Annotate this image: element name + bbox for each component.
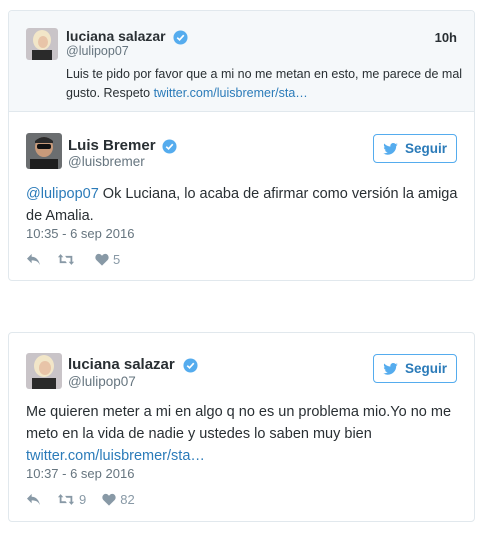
twitter-bird-icon [383, 142, 398, 155]
author-handle[interactable]: @lulipop07 [68, 374, 136, 389]
like-button[interactable]: 82 [102, 491, 135, 507]
retweet-button[interactable]: 9 [57, 492, 86, 507]
follow-button[interactable]: Seguir [373, 354, 457, 383]
follow-button-label: Seguir [404, 141, 447, 156]
author-handle[interactable]: @luisbremer [68, 154, 145, 169]
quoted-tweet[interactable]: luciana salazar @lulipop07 10h Luis te p… [9, 11, 474, 112]
follow-button[interactable]: Seguir [373, 134, 457, 163]
twitter-bird-icon [383, 362, 398, 375]
reply-icon [27, 493, 40, 505]
mention-link[interactable]: @lulipop07 [26, 186, 99, 202]
author-avatar[interactable] [26, 353, 62, 389]
verified-badge-icon [173, 30, 188, 45]
tweet-text: Me quieren meter a mi en algo q no es un… [26, 401, 466, 467]
retweet-button[interactable] [57, 253, 79, 266]
verified-badge-icon [183, 358, 198, 373]
tweet-text-body: Me quieren meter a mi en algo q no es un… [26, 404, 452, 442]
reply-button[interactable] [26, 253, 41, 266]
quoted-author-handle[interactable]: @lulipop07 [66, 44, 129, 58]
quoted-timestamp[interactable]: 10h [435, 30, 457, 45]
tweet-date[interactable]: 10:35 - 6 sep 2016 [26, 226, 134, 241]
reply-button[interactable] [26, 493, 41, 506]
retweet-icon [57, 493, 75, 505]
like-count: 82 [120, 491, 135, 507]
follow-button-label: Seguir [404, 361, 447, 376]
quoted-author-name[interactable]: luciana salazar [66, 28, 166, 44]
heart-icon [102, 493, 116, 506]
tweet-actions: 9 82 [26, 490, 151, 508]
like-button[interactable]: 5 [95, 252, 120, 267]
tweet-link[interactable]: twitter.com/luisbremer/sta… [26, 448, 205, 464]
author-name[interactable]: luciana salazar [68, 356, 175, 373]
quoted-tweet-text: Luis te pido por favor que a mi no me me… [66, 65, 466, 103]
like-count: 5 [113, 251, 121, 267]
quoted-avatar[interactable] [26, 28, 58, 60]
retweet-icon [57, 253, 75, 265]
author-name[interactable]: Luis Bremer [68, 137, 156, 154]
tweet-actions: 5 [26, 250, 136, 268]
tweet-card-luciana-salazar: luciana salazar @lulipop07 Seguir Me qui… [8, 332, 475, 522]
retweet-count: 9 [79, 491, 87, 507]
tweet-date[interactable]: 10:37 - 6 sep 2016 [26, 466, 134, 481]
reply-icon [27, 253, 40, 265]
author-avatar[interactable] [26, 133, 62, 169]
tweet-text: @lulipop07 Ok Luciana, lo acaba de afirm… [26, 183, 466, 227]
tweet-card-luis-bremer: luciana salazar @lulipop07 10h Luis te p… [8, 10, 475, 281]
verified-badge-icon [162, 139, 177, 154]
quoted-tweet-link[interactable]: twitter.com/luisbremer/sta… [154, 86, 308, 100]
heart-icon [95, 253, 109, 266]
